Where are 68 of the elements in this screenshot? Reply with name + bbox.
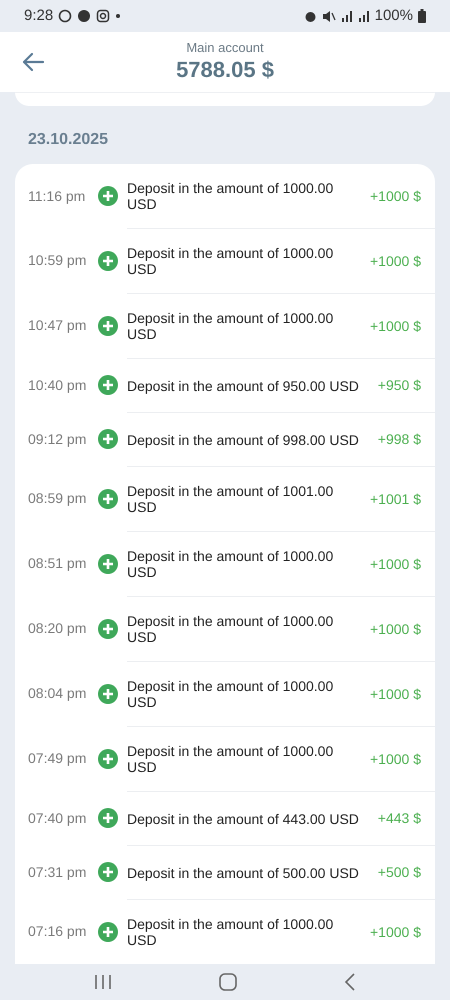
plus-icon xyxy=(98,922,118,942)
date-heading: 23.10.2025 xyxy=(28,131,108,148)
transaction-description: Deposit in the amount of 1000.00 USD xyxy=(127,743,334,775)
transaction-description: Deposit in the amount of 1000.00 USD xyxy=(127,180,334,212)
battery-percent: 100% xyxy=(374,6,413,26)
transaction-amount: +1000 $ xyxy=(369,316,421,336)
transaction-time: 09:12 pm xyxy=(27,430,88,449)
transaction-time: 07:49 pm xyxy=(27,749,88,768)
transaction-amount: +1000 $ xyxy=(369,922,421,942)
dot-icon xyxy=(115,13,122,19)
transaction-time: 08:59 pm xyxy=(27,489,88,508)
transaction-amount: +1001 $ xyxy=(369,490,421,508)
plus-icon xyxy=(98,618,118,638)
recent-apps-icon[interactable] xyxy=(94,974,112,990)
transaction-description: Deposit in the amount of 1000.00 USD xyxy=(127,245,334,277)
signal-icon xyxy=(340,10,353,22)
mute-icon xyxy=(322,10,336,22)
back-icon[interactable] xyxy=(344,973,356,991)
transaction-time: 08:20 pm xyxy=(27,619,88,638)
circle-icon xyxy=(77,9,92,23)
plus-icon xyxy=(98,429,118,449)
transaction-time: 07:31 pm xyxy=(27,862,88,882)
transaction-amount: +1000 $ xyxy=(369,252,421,270)
transaction-description: Deposit in the amount of 1000.00 USD xyxy=(127,548,334,580)
transaction-amount: +500 $ xyxy=(376,863,421,882)
transaction-amount: +1000 $ xyxy=(369,186,421,206)
account-label: Main account xyxy=(186,40,264,56)
plus-icon xyxy=(98,808,118,828)
back-button[interactable] xyxy=(20,50,46,74)
plus-icon xyxy=(98,250,118,270)
plus-icon xyxy=(98,316,118,336)
transaction-time: 07:40 pm xyxy=(27,808,88,828)
transaction-description: Deposit in the amount of 443.00 USD xyxy=(127,810,360,826)
battery-icon xyxy=(418,9,426,23)
camera-icon xyxy=(96,9,110,23)
transaction-time: 07:16 pm xyxy=(27,922,88,941)
home-icon[interactable] xyxy=(218,973,237,991)
plus-icon xyxy=(98,554,118,574)
plus-icon xyxy=(98,488,118,508)
plus-icon xyxy=(98,862,118,882)
transaction-time: 08:04 pm xyxy=(27,684,88,703)
plus-icon xyxy=(98,748,118,768)
transaction-description: Deposit in the amount of 950.00 USD xyxy=(127,378,360,394)
transaction-description: Deposit in the amount of 1000.00 USD xyxy=(127,678,334,710)
transaction-amount: +1000 $ xyxy=(369,554,421,574)
plus-icon xyxy=(98,375,118,395)
transaction-description: Deposit in the amount of 1000.00 USD xyxy=(127,916,334,948)
balance-amount: 5788.05 $ xyxy=(176,56,274,84)
transaction-description: Deposit in the amount of 500.00 USD xyxy=(127,864,360,880)
transaction-amount: +1000 $ xyxy=(369,750,421,768)
transaction-description: Deposit in the amount of 1000.00 USD xyxy=(127,613,334,645)
transaction-description: Deposit in the amount of 998.00 USD xyxy=(127,432,360,448)
transaction-amount: +1000 $ xyxy=(369,620,421,638)
transaction-amount: +950 $ xyxy=(376,376,421,395)
transaction-amount: +1000 $ xyxy=(369,684,421,704)
transaction-description: Deposit in the amount of 1001.00 USD xyxy=(127,483,334,515)
transaction-description: Deposit in the amount of 1000.00 USD xyxy=(127,310,334,342)
transaction-time: 08:51 pm xyxy=(27,554,88,573)
transaction-amount: +443 $ xyxy=(376,809,421,828)
transaction-amount: +998 $ xyxy=(376,430,421,449)
transaction-time: 10:40 pm xyxy=(27,376,88,395)
transaction-time: 10:47 pm xyxy=(27,316,88,335)
plus-icon xyxy=(98,186,118,206)
signal-icon xyxy=(358,10,370,22)
transaction-time: 11:16 pm xyxy=(27,186,86,206)
plus-icon xyxy=(98,684,118,704)
transaction-time: 10:59 pm xyxy=(27,251,88,270)
status-time: 9:28 xyxy=(24,6,54,26)
